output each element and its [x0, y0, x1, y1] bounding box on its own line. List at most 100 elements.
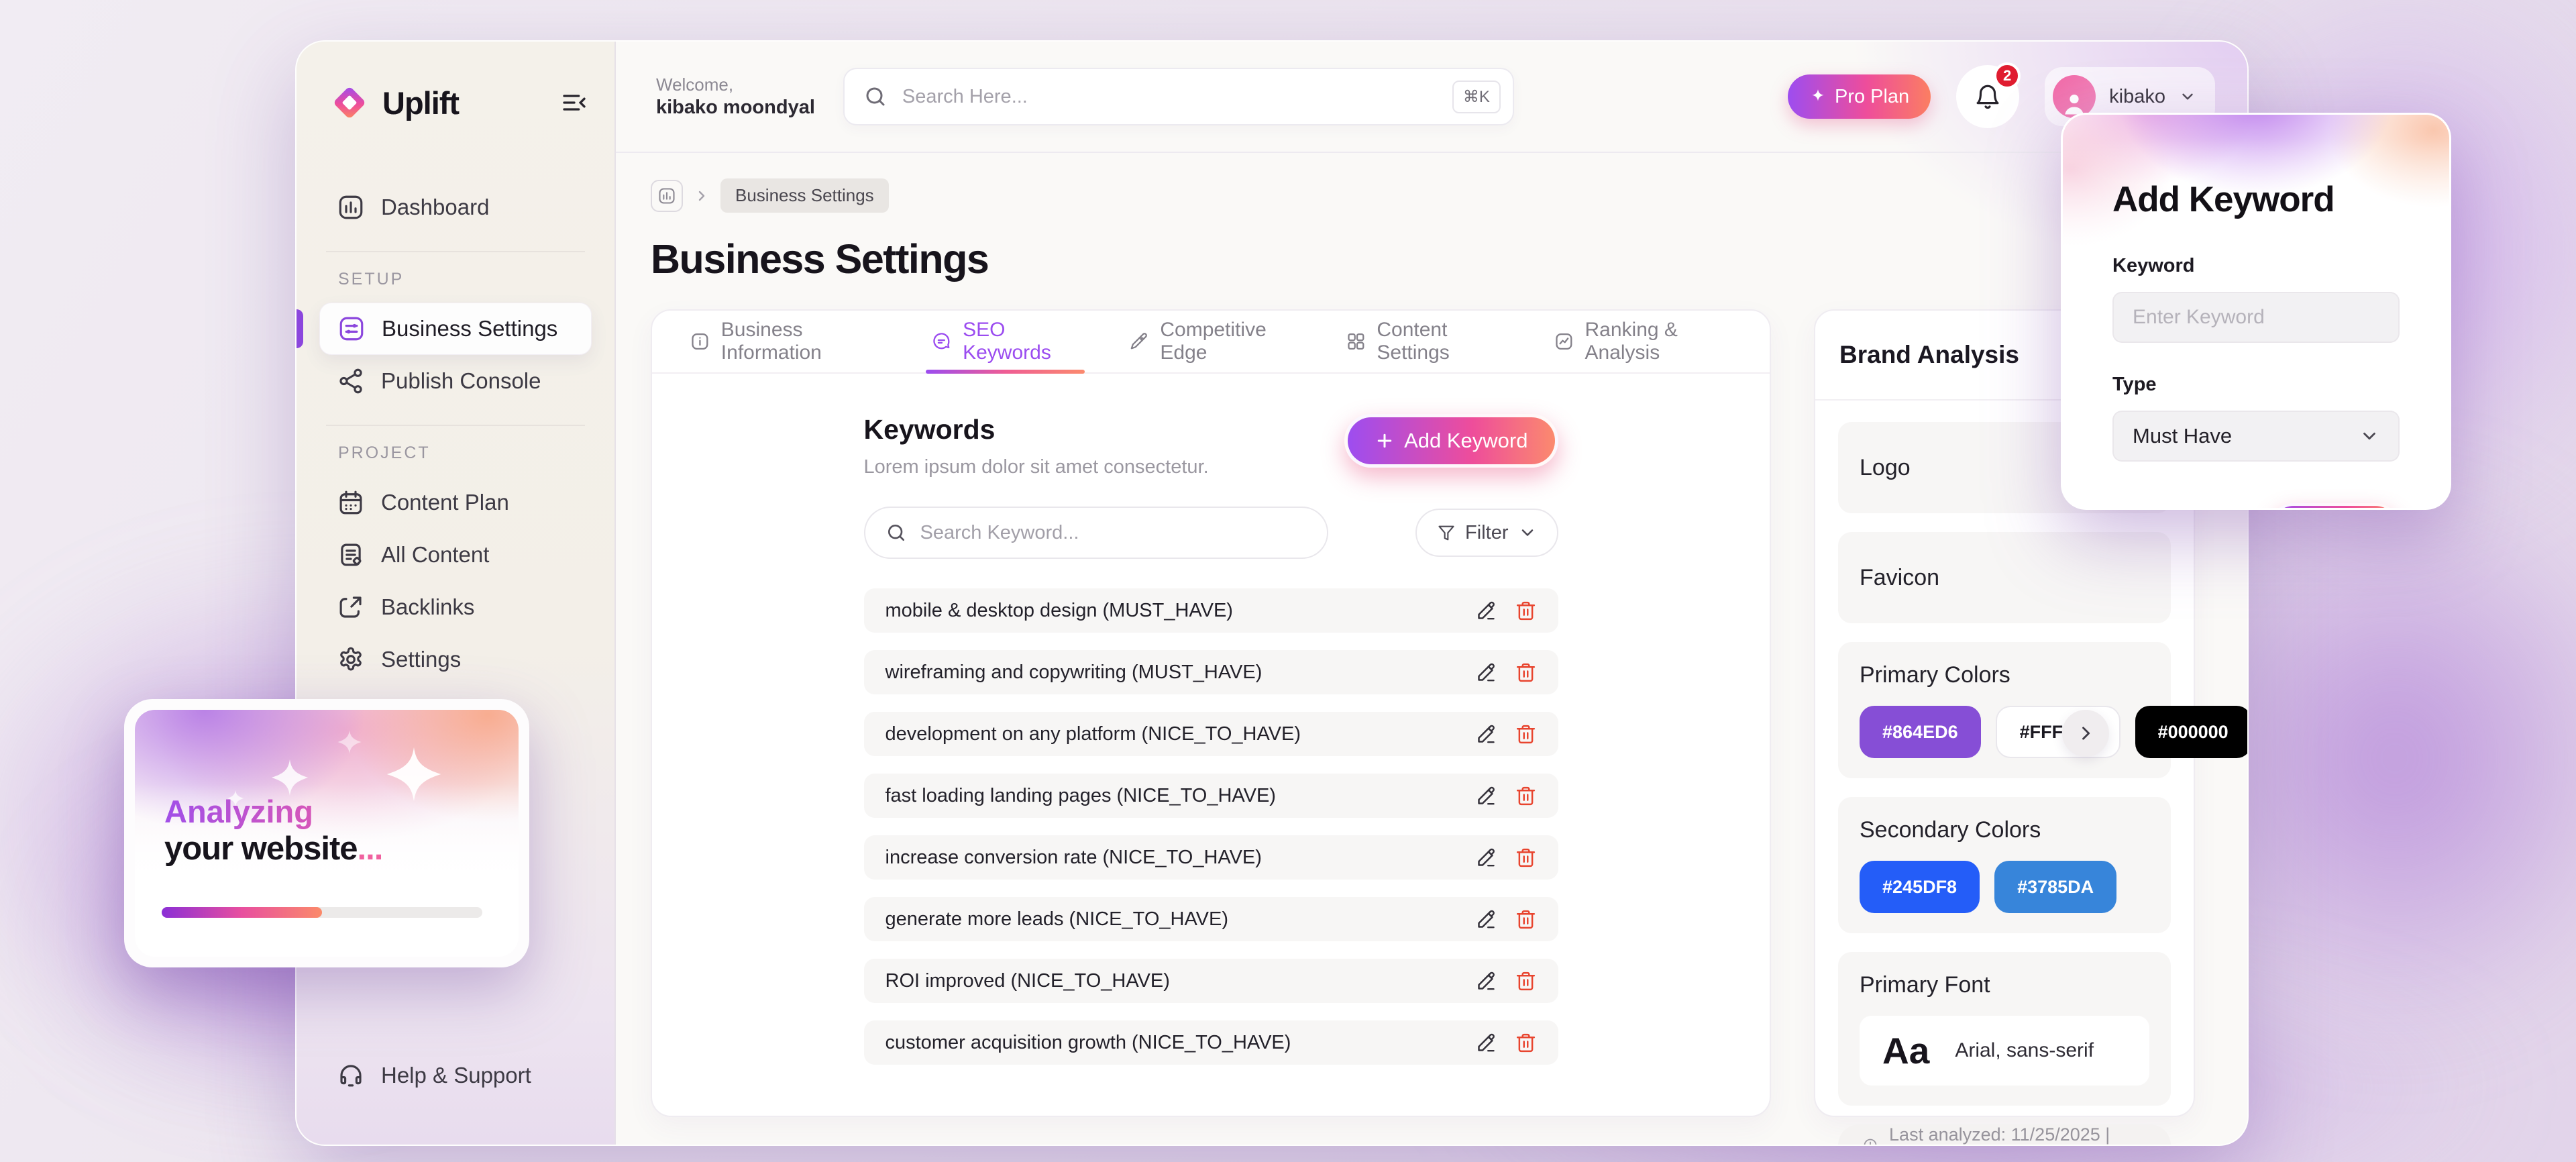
color-chip[interactable]: #864ED6: [1860, 706, 1981, 758]
sidebar-item-business-settings[interactable]: Business Settings: [319, 303, 592, 355]
primary-colors-card: Primary Colors #864ED6 #FFFFFF #000000: [1838, 642, 2171, 778]
sidebar-item-label: Content Plan: [381, 490, 509, 515]
info-icon: [690, 329, 710, 354]
main-content: Business Settings Business Settings Busi…: [616, 153, 2249, 1146]
edit-keyword-button[interactable]: [1475, 785, 1497, 807]
edit-keyword-button[interactable]: [1475, 970, 1497, 992]
delete-keyword-button[interactable]: [1515, 600, 1537, 622]
brand-analysis-title: Brand Analysis: [1839, 341, 2019, 369]
tab-seo-keywords[interactable]: SEO Keywords: [931, 311, 1079, 372]
trash-icon: [1515, 908, 1537, 931]
global-search-input[interactable]: [902, 86, 1452, 108]
filter-button[interactable]: Filter: [1415, 509, 1558, 557]
sidebar-item-label: Publish Console: [381, 368, 541, 394]
edit-keyword-button[interactable]: [1475, 662, 1497, 684]
pro-plan-button[interactable]: Pro Plan: [1788, 74, 1931, 119]
panel-toggle-button[interactable]: [2062, 710, 2109, 757]
filter-label: Filter: [1465, 522, 1508, 544]
share-nodes-icon: [337, 367, 365, 395]
keyword-text: customer acquisition growth (NICE_TO_HAV…: [885, 1032, 1291, 1054]
trash-icon: [1515, 1032, 1537, 1054]
tab-label: SEO Keywords: [963, 319, 1079, 364]
keyword-search-input[interactable]: [920, 522, 1307, 544]
edit-keyword-button[interactable]: [1475, 600, 1497, 622]
trash-icon: [1515, 600, 1537, 622]
delete-keyword-button[interactable]: [1515, 662, 1537, 684]
tab-competitive-edge[interactable]: Competitive Edge: [1129, 311, 1296, 372]
color-chip[interactable]: #245DF8: [1860, 861, 1980, 913]
plus-icon: [1375, 431, 1395, 451]
breadcrumb-home-button[interactable]: [651, 180, 683, 212]
analyzing-card: Analyzing your website...: [124, 699, 529, 967]
settings-card: Business Information SEO Keywords: [651, 309, 1771, 1117]
sidebar-nav: Dashboard SETUP Business Settings: [297, 181, 614, 686]
delete-keyword-button[interactable]: [1515, 723, 1537, 745]
chevron-down-icon: [2179, 88, 2196, 105]
pencil-icon: [1475, 723, 1497, 745]
secondary-color-chips: #245DF8 #3785DA: [1860, 861, 2149, 913]
calendar-icon: [337, 488, 365, 517]
delete-keyword-button[interactable]: [1515, 1032, 1537, 1054]
delete-keyword-button[interactable]: [1515, 847, 1537, 869]
add-keyword-button[interactable]: Add Keyword: [1344, 414, 1558, 468]
sidebar-item-publish-console[interactable]: Publish Console: [319, 355, 592, 407]
keyword-row: generate more leads (NICE_TO_HAVE): [864, 897, 1558, 941]
color-chip[interactable]: #000000: [2135, 706, 2249, 758]
edit-keyword-button[interactable]: [1475, 908, 1497, 931]
trash-icon: [1515, 785, 1537, 807]
delete-keyword-button[interactable]: [1515, 908, 1537, 931]
tab-bar: Business Information SEO Keywords: [652, 311, 1770, 374]
avatar: [2053, 75, 2096, 118]
color-chip[interactable]: #3785DA: [1994, 861, 2116, 913]
funnel-icon: [1437, 523, 1456, 542]
sidebar-item-label: All Content: [381, 542, 489, 568]
global-search: ⌘K: [843, 68, 1514, 125]
delete-keyword-button[interactable]: [1515, 970, 1537, 992]
type-select[interactable]: Must Have: [2112, 411, 2400, 462]
edit-keyword-button[interactable]: [1475, 1032, 1497, 1054]
sidebar-item-label: Business Settings: [382, 316, 557, 341]
keyword-text: fast loading landing pages (NICE_TO_HAVE…: [885, 785, 1276, 807]
breadcrumb-current[interactable]: Business Settings: [720, 178, 889, 213]
divider: [326, 425, 585, 426]
keyword-field-label: Keyword: [2112, 255, 2400, 277]
sidebar-item-backlinks[interactable]: Backlinks: [319, 581, 592, 633]
keywords-section: Keywords Lorem ipsum dolor sit amet cons…: [864, 374, 1558, 1065]
pencil-icon: [1475, 662, 1497, 684]
collapse-sidebar-icon: [561, 89, 588, 116]
type-field-label: Type: [2112, 374, 2400, 396]
sidebar-item-content-plan[interactable]: Content Plan: [319, 476, 592, 529]
headset-icon: [337, 1061, 365, 1090]
sidebar-item-label: Help & Support: [381, 1063, 531, 1088]
analysis-meta: Last analyzed: 11/25/2025 | Version: 3.0: [1838, 1124, 2171, 1146]
content-columns: Business Information SEO Keywords: [651, 309, 2195, 1117]
trash-icon: [1515, 847, 1537, 869]
secondary-colors-title: Secondary Colors: [1860, 817, 2149, 843]
tab-label: Competitive Edge: [1160, 319, 1295, 364]
tab-business-information[interactable]: Business Information: [690, 311, 881, 372]
notification-count-badge: 2: [1994, 62, 2021, 89]
tab-ranking-analysis[interactable]: Ranking & Analysis: [1554, 311, 1732, 372]
tab-label: Content Settings: [1377, 319, 1503, 364]
edit-keyword-button[interactable]: [1475, 847, 1497, 869]
analyzing-text: Analyzing your website...: [164, 793, 382, 869]
delete-keyword-button[interactable]: [1515, 785, 1537, 807]
trend-chart-icon: [1554, 329, 1574, 354]
edit-keyword-button[interactable]: [1475, 723, 1497, 745]
sidebar-item-settings[interactable]: Settings: [319, 633, 592, 686]
sidebar-item-dashboard[interactable]: Dashboard: [319, 181, 592, 233]
sidebar-item-help-support[interactable]: Help & Support: [319, 1049, 592, 1102]
sidebar-section-setup: SETUP: [338, 270, 592, 289]
welcome-username: kibako moondyal: [656, 95, 815, 119]
modal-add-button[interactable]: Add: [2269, 503, 2400, 510]
sidebar-collapse-button[interactable]: [561, 89, 588, 116]
uplift-logo-icon: [327, 81, 372, 125]
keyword-row: wireframing and copywriting (MUST_HAVE): [864, 650, 1558, 694]
modal-title: Add Keyword: [2112, 179, 2400, 220]
notifications-button[interactable]: 2: [1956, 65, 2019, 128]
tab-content-settings[interactable]: Content Settings: [1346, 311, 1504, 372]
keyword-input[interactable]: [2112, 292, 2400, 343]
gear-icon: [337, 645, 365, 674]
sidebar-item-all-content[interactable]: All Content: [319, 529, 592, 581]
page-title: Business Settings: [651, 235, 2195, 282]
